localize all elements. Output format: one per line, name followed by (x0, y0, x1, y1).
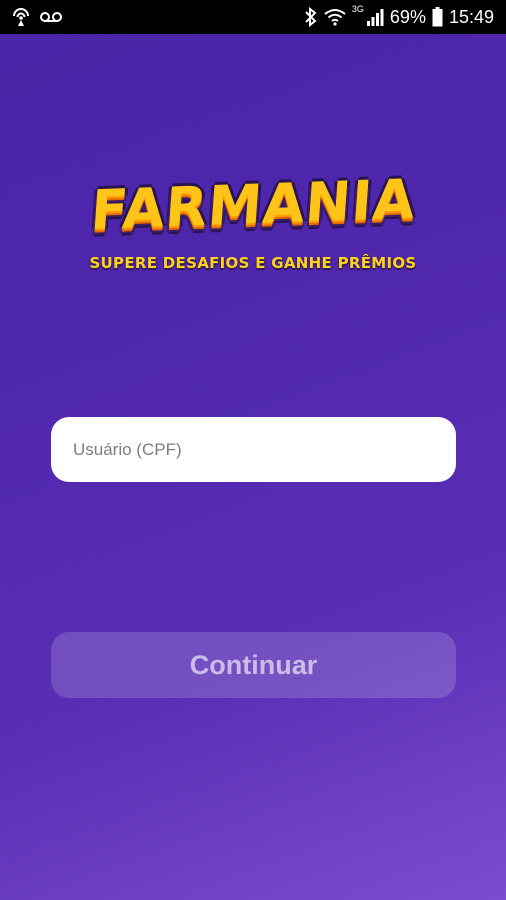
battery-percent: 69% (389, 6, 426, 27)
logo-title: FARMANIA (88, 167, 418, 242)
status-right: 3G 69% 15:49 (304, 4, 494, 28)
logo-subtitle: SUPERE DESAFIOS E GANHE PRÊMIOS (89, 254, 417, 272)
wifi-icon (324, 8, 346, 26)
status-left (10, 7, 62, 27)
voicemail-icon (40, 10, 62, 24)
signal-icon (366, 8, 384, 26)
farmania-logo: FARMANIA SUPERE DESAFIOS E GANHE PRÊMIOS (70, 167, 436, 290)
clock: 15:49 (448, 6, 494, 27)
hotspot-icon (10, 7, 32, 27)
continue-button[interactable]: Continuar (51, 632, 456, 698)
cpf-input[interactable] (51, 417, 456, 482)
status-bar: 3G 69% 15:49 (0, 0, 506, 34)
bluetooth-icon (304, 7, 318, 27)
battery-icon (432, 7, 443, 27)
network-type: 3G (351, 4, 364, 14)
